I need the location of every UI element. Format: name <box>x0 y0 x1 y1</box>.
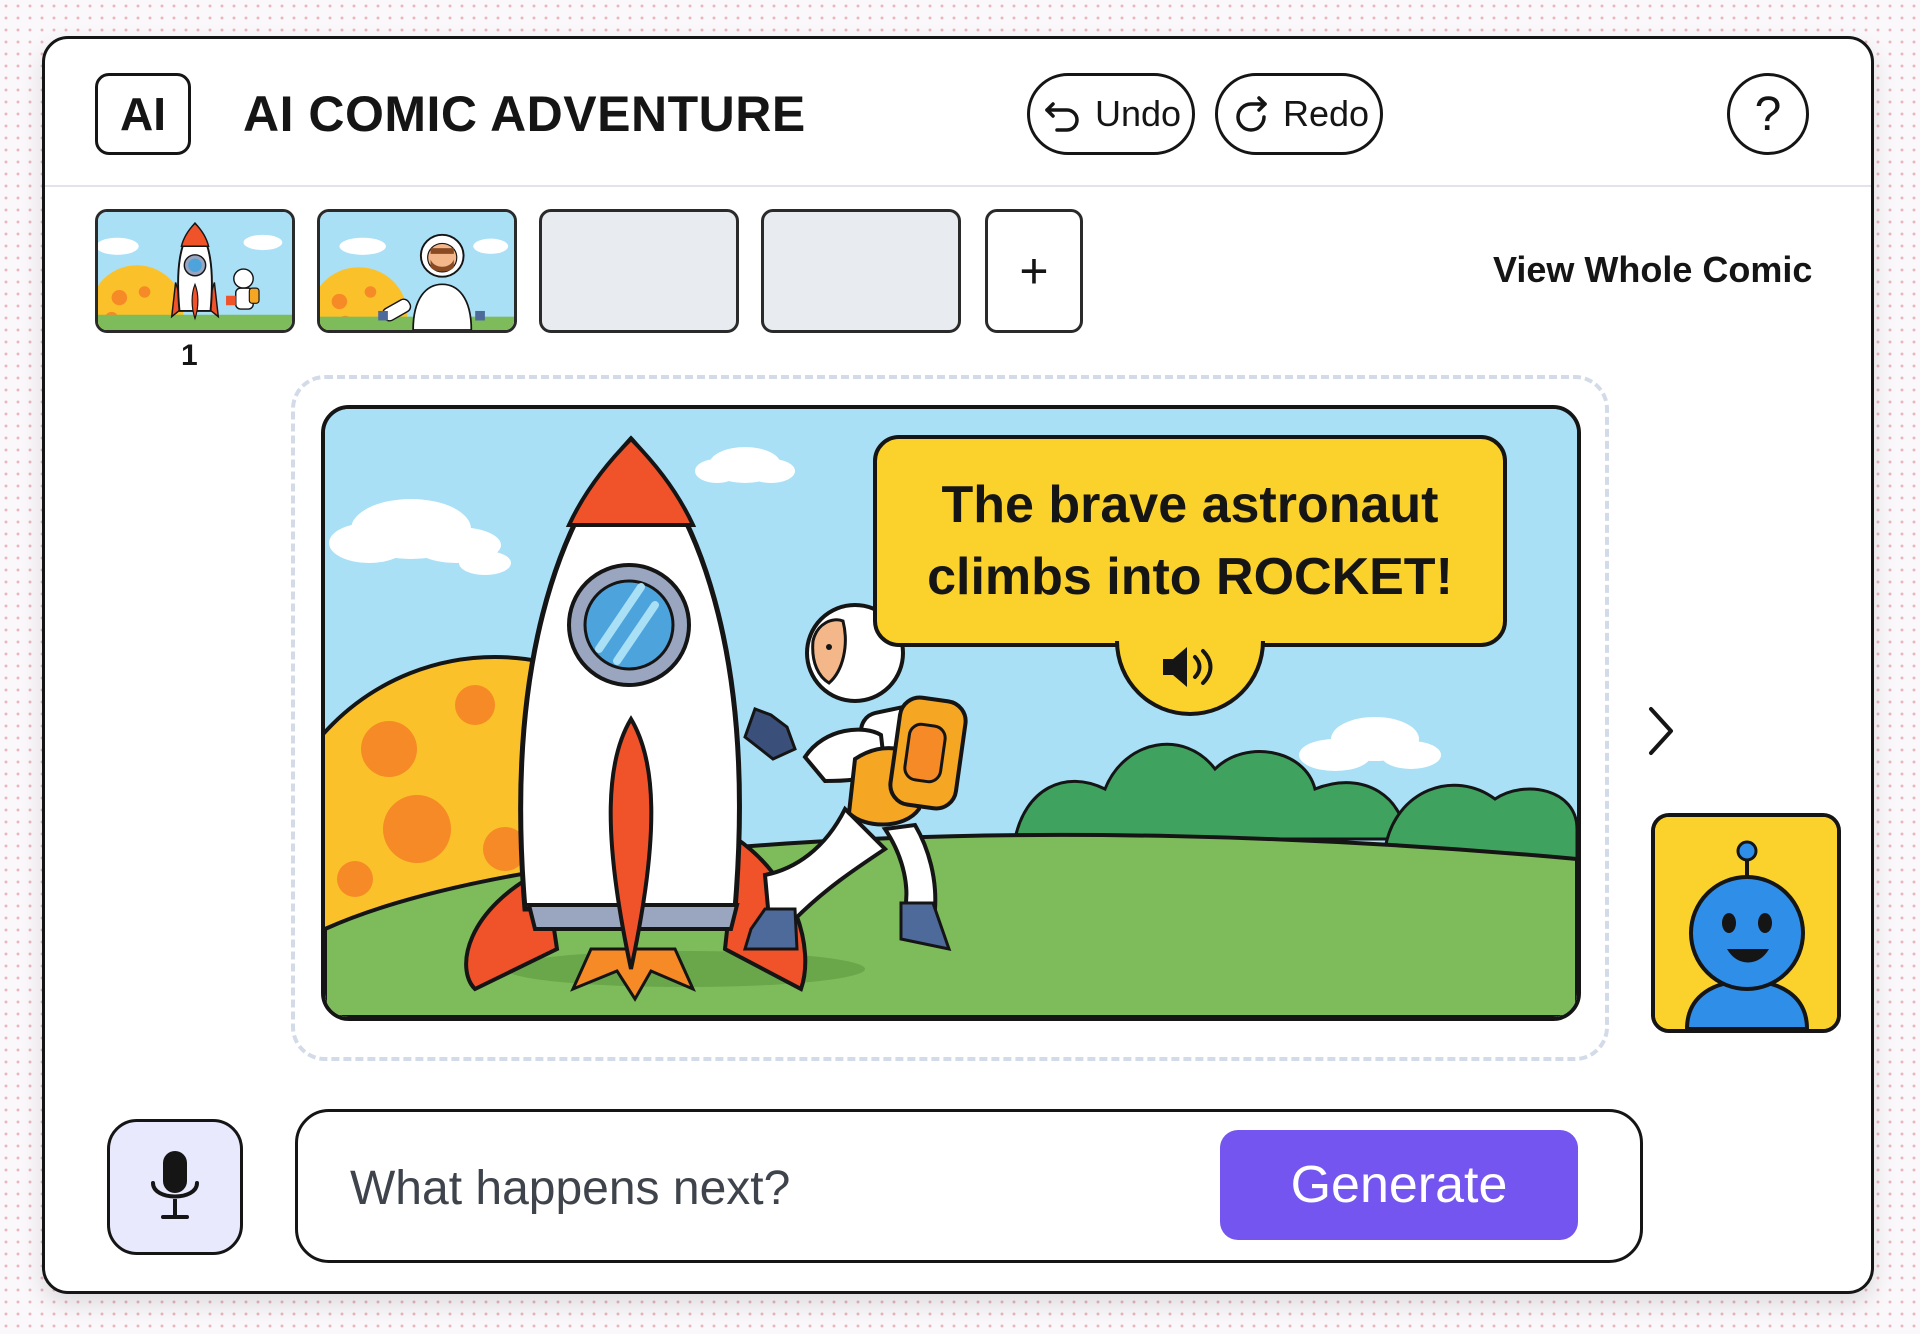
filmstrip-frame-3-empty[interactable] <box>539 209 739 333</box>
plus-icon: + <box>1019 243 1049 299</box>
redo-icon <box>1236 96 1267 132</box>
microphone-icon <box>151 1151 199 1219</box>
frame-1-number: 1 <box>181 339 198 372</box>
caption-bubble: The brave astronaut climbs into ROCKET! <box>873 435 1507 647</box>
app-title: AI COMIC ADVENTURE <box>243 86 806 142</box>
comic-app-window: AI AI COMIC ADVENTURE Undo Redo ? 1 + Vi… <box>42 36 1874 1294</box>
undo-icon <box>1045 102 1079 132</box>
speaker-icon <box>1163 647 1213 687</box>
caption-line-2: climbs into ROCKET! <box>927 548 1453 606</box>
robot-avatar-icon <box>1655 817 1837 1029</box>
filmstrip-frame-4-empty[interactable] <box>761 209 961 333</box>
header-divider <box>45 185 1871 187</box>
redo-button[interactable]: Redo <box>1215 73 1383 155</box>
undo-label: Undo <box>1094 93 1182 134</box>
view-whole-comic-link[interactable]: View Whole Comic <box>1493 249 1812 291</box>
story-prompt-input[interactable] <box>348 1152 1172 1224</box>
comic-panel[interactable]: The brave astronaut climbs into ROCKET! <box>321 405 1581 1021</box>
next-panel-chevron-icon[interactable] <box>1641 701 1681 761</box>
app-logo: AI <box>95 73 191 155</box>
undo-button[interactable]: Undo <box>1027 73 1195 155</box>
ai-assistant-avatar[interactable] <box>1651 813 1841 1033</box>
add-frame-button[interactable]: + <box>985 209 1083 333</box>
generate-button[interactable]: Generate <box>1220 1130 1578 1240</box>
redo-label: Redo <box>1282 93 1370 134</box>
microphone-button[interactable] <box>107 1119 243 1255</box>
filmstrip-frame-2[interactable] <box>317 209 517 333</box>
app-logo-text: AI <box>120 88 166 140</box>
prompt-composer: Generate <box>295 1109 1643 1263</box>
caption-line-1: The brave astronaut <box>941 476 1439 534</box>
filmstrip-frame-1[interactable] <box>95 209 295 333</box>
frame-1-thumbnail <box>98 212 292 330</box>
frame-2-thumbnail <box>320 212 514 330</box>
help-icon: ? <box>1754 87 1782 141</box>
help-button[interactable]: ? <box>1727 73 1809 155</box>
